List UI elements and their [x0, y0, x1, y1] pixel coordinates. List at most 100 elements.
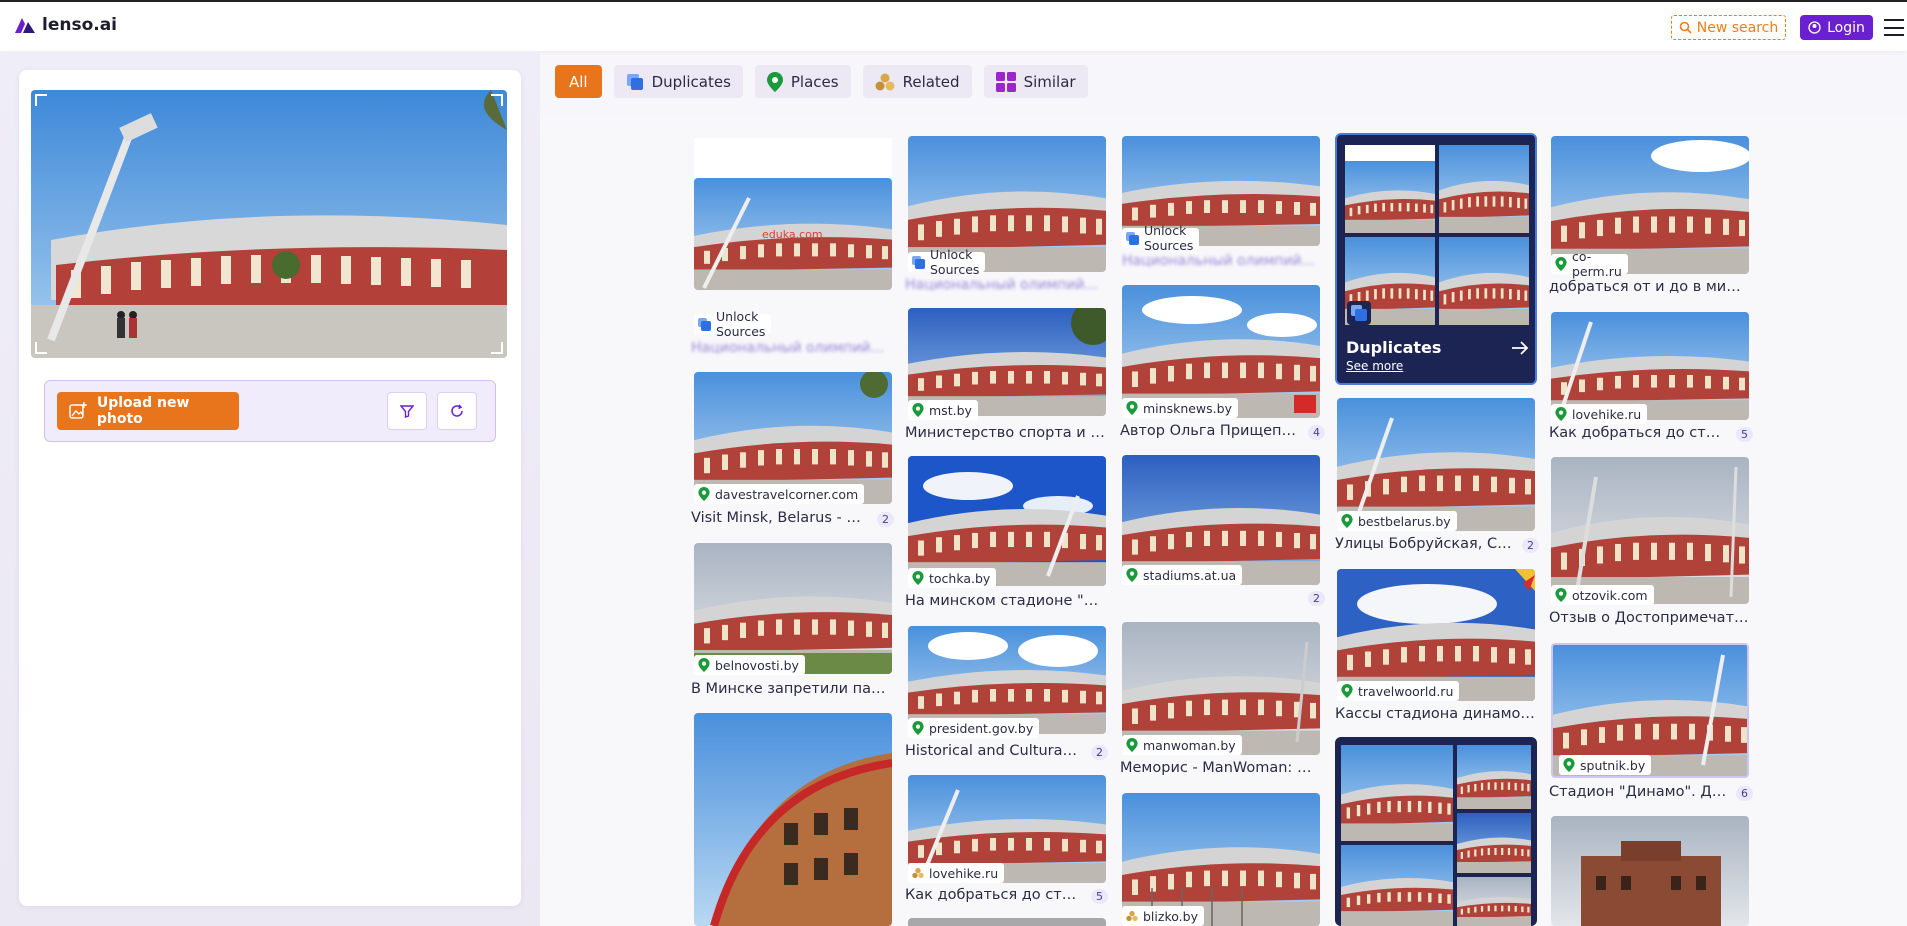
- result-filters: All Duplicates Places Related Similar: [555, 65, 1088, 98]
- result-thumbnail: [1551, 457, 1749, 604]
- query-toolbar: Upload new photo: [44, 380, 496, 442]
- login-label: Login: [1827, 19, 1865, 36]
- thumb-padding: [694, 138, 892, 178]
- result-count: 6: [1736, 786, 1753, 801]
- duplicate-thumbnail: [1345, 145, 1435, 233]
- source-badge[interactable]: mst.by: [908, 400, 978, 420]
- user-icon: [1808, 21, 1821, 34]
- result-title: Министерство спорта и тур...: [905, 425, 1105, 441]
- source-name: stadiums.at.ua: [1143, 567, 1237, 583]
- pin-icon: [912, 403, 924, 417]
- result-count: 2: [1522, 538, 1539, 553]
- source-badge[interactable]: bestbelarus.by: [1337, 511, 1457, 531]
- source-badge[interactable]: sputnik.by: [1559, 755, 1652, 775]
- source-name: Unlock Sources: [716, 309, 766, 339]
- result-title: Меморис - ManWoman: инт...: [1120, 760, 1320, 776]
- duplicate-thumbnail: [1457, 745, 1531, 809]
- upload-label: Upload new photo: [96, 395, 190, 427]
- duplicate-thumbnail: [1439, 145, 1529, 233]
- result-title: На минском стадионе "Дин...: [905, 593, 1105, 609]
- duplicates-icon: [626, 73, 643, 90]
- tab-label: Duplicates: [651, 72, 731, 91]
- duplicate-thumbnail: [1457, 877, 1531, 926]
- duplicates-tile[interactable]: [1335, 737, 1537, 926]
- result-count: 4: [1308, 425, 1325, 440]
- upload-new-photo-button[interactable]: Upload new photo: [57, 392, 239, 430]
- pin-icon: [698, 658, 710, 672]
- source-badge[interactable]: Unlock Sources: [694, 309, 772, 339]
- new-search-button[interactable]: New search: [1671, 15, 1786, 40]
- source-name: blizko.by: [1143, 908, 1198, 924]
- tab-similar[interactable]: Similar: [983, 65, 1088, 98]
- duplicate-thumbnail: [1439, 237, 1529, 325]
- source-badge[interactable]: travelwoorld.ru: [1337, 681, 1460, 701]
- pin-icon: [1555, 257, 1567, 271]
- result-title: Отзыв о Достопримечатель...: [1549, 610, 1749, 626]
- refresh-icon: [451, 404, 463, 417]
- source-badge[interactable]: otzovik.com: [1551, 585, 1654, 605]
- new-search-label: New search: [1696, 19, 1779, 36]
- result-title: Historical and Cultural He...: [905, 743, 1080, 759]
- result-title: добраться от и до в минске ...: [1549, 279, 1749, 295]
- duplicates-title: Duplicates: [1346, 338, 1442, 357]
- duplicate-thumbnail: [1457, 813, 1531, 873]
- duplicates-icon: [1351, 305, 1367, 321]
- source-badge[interactable]: minsknews.by: [1122, 398, 1238, 418]
- result-title: Кассы стадиона динамо ми...: [1335, 706, 1535, 722]
- pin-icon: [698, 487, 710, 501]
- pin-icon: [766, 71, 783, 92]
- filter-button[interactable]: [387, 392, 427, 430]
- result-count: 2: [1308, 591, 1325, 606]
- source-badge[interactable]: Unlock Sources: [908, 247, 986, 277]
- source-badge[interactable]: co-perm.ru: [1551, 249, 1628, 279]
- source-badge[interactable]: lovehike.ru: [1551, 404, 1648, 424]
- pin-icon: [1126, 738, 1138, 752]
- logo[interactable]: lenso.ai: [14, 15, 117, 35]
- result-count: 2: [1091, 745, 1108, 760]
- tab-label: Places: [790, 72, 839, 91]
- result-title: Как добраться до стадио...: [1549, 425, 1727, 441]
- tab-label: Related: [902, 72, 960, 91]
- source-badge[interactable]: lovehike.ru: [908, 863, 1005, 883]
- see-more-link[interactable]: See more: [1346, 359, 1403, 373]
- result-title: Стадион "Динамо". День ...: [1549, 784, 1727, 800]
- tab-duplicates[interactable]: Duplicates: [613, 65, 743, 98]
- top-header: lenso.ai New search Login: [0, 0, 1907, 51]
- source-name: otzovik.com: [1572, 587, 1648, 603]
- pin-icon: [912, 571, 924, 585]
- source-badge[interactable]: president.gov.by: [908, 718, 1040, 738]
- menu-icon[interactable]: [1884, 19, 1904, 36]
- source-name: minsknews.by: [1143, 400, 1232, 416]
- logo-text: lenso.ai: [42, 15, 118, 35]
- arrow-right-icon: [1512, 341, 1529, 355]
- crop-corner[interactable]: [491, 342, 503, 354]
- duplicates-tile[interactable]: Duplicates See more: [1335, 133, 1537, 385]
- crop-corner[interactable]: [35, 342, 47, 354]
- source-badge[interactable]: blizko.by: [1122, 906, 1204, 926]
- duplicates-icon: [698, 317, 711, 331]
- tab-label: All: [569, 72, 588, 91]
- source-name: Unlock Sources: [930, 247, 980, 277]
- crop-corner[interactable]: [35, 94, 47, 106]
- source-badge[interactable]: belnovosti.by: [694, 655, 805, 675]
- tab-related[interactable]: Related: [862, 65, 972, 98]
- source-name: sputnik.by: [1580, 757, 1646, 773]
- logo-icon: [15, 18, 35, 33]
- source-badge[interactable]: davestravelcorner.com: [694, 484, 865, 504]
- result-title: Как добраться до стадио...: [905, 887, 1080, 903]
- login-button[interactable]: Login: [1800, 15, 1873, 40]
- tab-all[interactable]: All: [555, 65, 602, 98]
- source-badge[interactable]: stadiums.at.ua: [1122, 565, 1243, 585]
- search-icon: [1679, 21, 1692, 34]
- result-title: В Минске запретили парков...: [691, 681, 891, 697]
- source-badge[interactable]: manwoman.by: [1122, 735, 1242, 755]
- pin-icon: [912, 721, 924, 735]
- refresh-button[interactable]: [437, 392, 477, 430]
- source-name: Unlock Sources: [1144, 223, 1194, 253]
- crop-corner[interactable]: [491, 94, 503, 106]
- source-badge[interactable]: tochka.by: [908, 568, 997, 588]
- result-title: Автор Ольга Прищепчик...: [1120, 423, 1300, 439]
- tab-places[interactable]: Places: [754, 65, 851, 98]
- duplicate-thumbnail: [1341, 745, 1453, 841]
- source-badge[interactable]: Unlock Sources: [1122, 223, 1200, 253]
